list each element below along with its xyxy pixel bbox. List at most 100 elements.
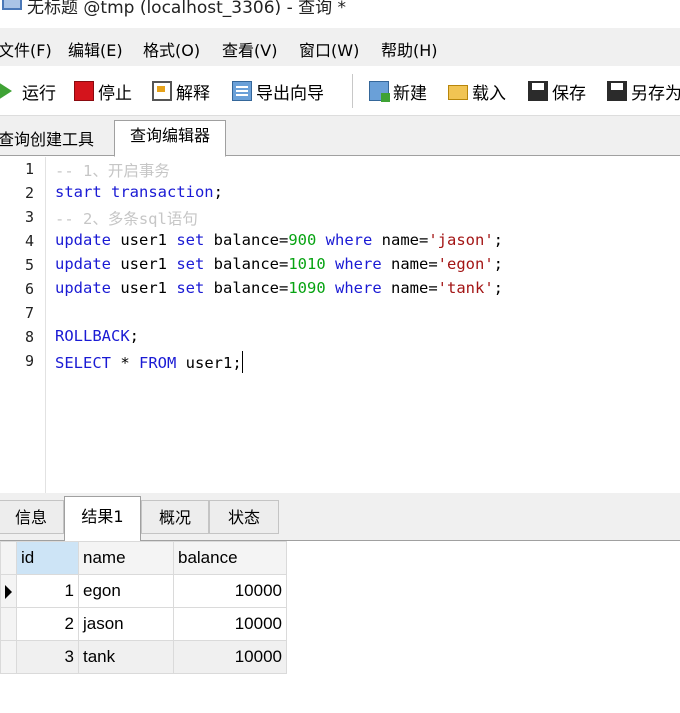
save-as-label: 另存为 [631,83,680,104]
explain-button[interactable]: 解释 [152,78,210,104]
load-label: 载入 [472,83,506,104]
tab-result1[interactable]: 结果1 [64,496,141,542]
toolbar: 运行 停止 解释 导出向导 新建 载入 保存 另存为 [0,66,680,116]
column-header-name[interactable]: name [78,541,174,575]
tab-status[interactable]: 状态 [209,500,279,534]
sql-keyword: update [55,279,111,297]
export-icon [232,81,252,101]
load-button[interactable]: 载入 [448,78,506,104]
export-wizard-button[interactable]: 导出向导 [232,78,324,104]
column-header-balance[interactable]: balance [173,541,287,575]
save-button[interactable]: 保存 [528,78,586,104]
menu-window[interactable]: 窗口(W) [299,37,359,61]
sql-number: 900 [288,231,317,249]
code-line: update user1 set balance=900 where name=… [55,231,503,249]
cell-id[interactable]: 2 [16,607,79,641]
run-label: 运行 [22,83,56,104]
sql-comment: -- 1、开启事务 [55,162,170,180]
sql-keyword: update [55,255,111,273]
sql-text: name= [381,255,438,273]
menu-view[interactable]: 查看(V) [222,37,277,61]
code-line: ROLLBACK; [55,327,139,345]
sql-editor[interactable]: 1 2 3 4 5 6 7 8 9 -- 1、开启事务 start transa… [0,157,680,493]
window-title: 无标题 @tmp (localhost_3306) - 查询 * [27,0,347,18]
menu-format[interactable]: 格式(O) [143,37,200,61]
row-indicator [0,607,17,641]
sql-keyword: where [335,279,382,297]
line-number: 5 [24,256,34,274]
export-wizard-label: 导出向导 [256,83,324,104]
column-header-id[interactable]: id [16,541,79,575]
cell-id[interactable]: 1 [16,574,79,608]
stop-label: 停止 [98,83,132,104]
cell-balance[interactable]: 10000 [173,640,287,674]
sql-text: user1 [111,279,177,297]
new-button[interactable]: 新建 [369,78,427,104]
cell-name[interactable]: jason [78,607,174,641]
row-indicator [0,574,17,608]
explain-icon [152,81,172,101]
cell-name[interactable]: tank [78,640,174,674]
new-label: 新建 [393,83,427,104]
sql-keyword: FROM [139,354,177,372]
toolbar-separator [352,74,353,108]
run-button[interactable]: 运行 [0,78,56,104]
editor-tab-strip: 查询创建工具 查询编辑器 [0,116,680,157]
code-line: SELECT * FROM user1; [55,351,243,373]
cell-balance[interactable]: 10000 [173,607,287,641]
sql-text: user1; [176,354,242,372]
save-as-button[interactable]: 另存为 [607,78,680,104]
tab-query-editor[interactable]: 查询编辑器 [114,120,226,157]
sql-text: user1 [111,231,177,249]
load-icon [448,85,468,100]
line-number: 9 [24,352,34,370]
stop-icon [74,81,94,101]
sql-text: balance= [204,255,289,273]
text-caret [241,351,243,373]
table-row[interactable]: 1 egon 10000 [0,574,287,608]
sql-text: ; [493,231,504,249]
table-row[interactable]: 3 tank 10000 [0,640,287,674]
code-line: start transaction; [55,183,223,201]
menu-edit[interactable]: 编辑(E) [68,37,123,61]
tab-info[interactable]: 信息 [0,500,64,534]
sql-text: balance= [204,231,289,249]
sql-keyword: start transaction [55,183,214,201]
line-number: 2 [24,184,34,202]
cell-name[interactable]: egon [78,574,174,608]
sql-text: * [111,354,139,372]
menu-file[interactable]: 文件(F) [0,37,52,61]
menu-bar: 文件(F) 编辑(E) 格式(O) 查看(V) 窗口(W) 帮助(H) [0,28,680,66]
line-number: 3 [24,208,34,226]
sql-text: ; [493,255,504,273]
sql-number: 1010 [288,255,326,273]
sql-text: name= [381,279,438,297]
sql-keyword: set [176,279,205,297]
row-indicator-header [0,541,17,575]
code-line: -- 1、开启事务 [55,159,170,181]
line-number-gutter: 1 2 3 4 5 6 7 8 9 [0,157,46,493]
run-icon [0,82,12,100]
sql-keyword: SELECT [55,354,111,372]
sql-keyword: set [176,231,205,249]
cell-id[interactable]: 3 [16,640,79,674]
title-bar: 无标题 @tmp (localhost_3306) - 查询 * [0,0,680,28]
sql-keyword: where [325,231,373,249]
cell-balance[interactable]: 10000 [173,574,287,608]
sql-comment: -- 2、多条sql语句 [55,210,198,228]
tab-query-builder[interactable]: 查询创建工具 [0,124,94,156]
sql-text: ; [129,327,139,345]
table-icon [2,0,22,10]
line-number: 6 [24,280,34,298]
menu-help[interactable]: 帮助(H) [381,37,438,61]
code-line: update user1 set balance=1010 where name… [55,255,503,273]
sql-number: 1090 [288,279,326,297]
sql-text: user1 [111,255,177,273]
line-number: 8 [24,328,34,346]
stop-button[interactable]: 停止 [74,78,132,104]
sql-text: name= [372,231,429,249]
sql-string: 'egon' [437,255,494,273]
tab-profile[interactable]: 概况 [141,500,209,534]
sql-text: ; [493,279,504,297]
table-row[interactable]: 2 jason 10000 [0,607,287,641]
